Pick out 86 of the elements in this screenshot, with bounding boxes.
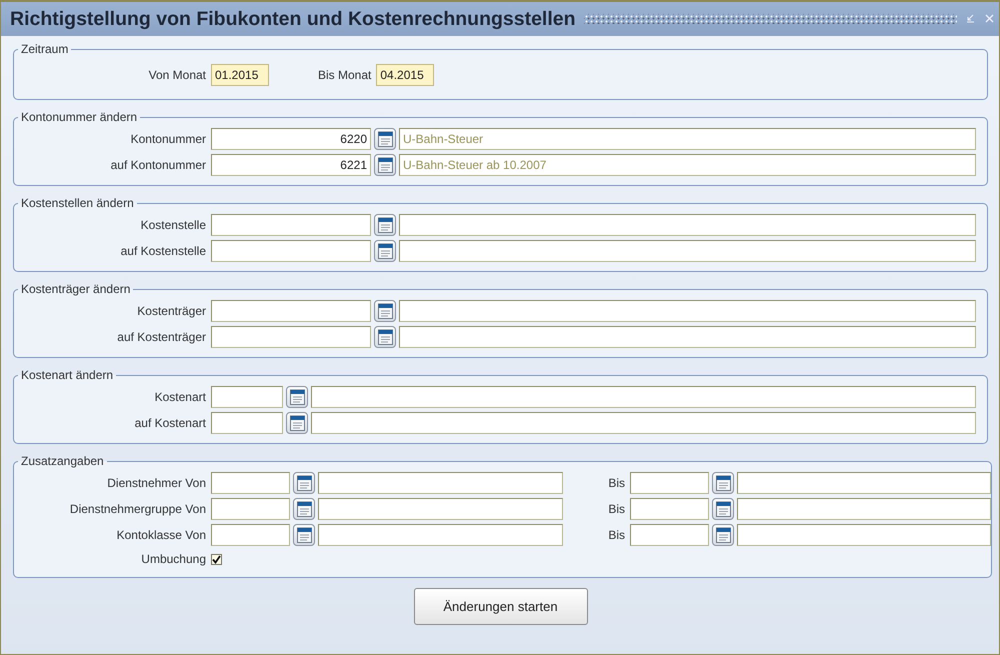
- calendar-icon: [378, 303, 392, 319]
- code-field[interactable]: [630, 524, 709, 546]
- code-field[interactable]: [211, 386, 283, 408]
- calendar-icon: [290, 389, 304, 405]
- calendar-icon: [716, 501, 730, 517]
- checkbox-label: Umbuchung: [140, 552, 206, 566]
- calendar-icon: [378, 131, 392, 147]
- field-label: Kostenträger: [136, 304, 206, 318]
- field-label: Dienstnehmer Von: [106, 476, 206, 490]
- group-legend: Kontonummer ändern: [18, 110, 140, 124]
- calendar-icon: [296, 527, 312, 543]
- group-legend: Zeitraum: [18, 42, 72, 56]
- field-label: auf Kontonummer: [110, 158, 206, 172]
- calendar-icon: [378, 243, 392, 259]
- calendar-icon: [290, 415, 304, 431]
- description-field[interactable]: [311, 412, 976, 434]
- description-field[interactable]: [318, 498, 563, 520]
- code-field[interactable]: 6220: [211, 128, 371, 150]
- code-field[interactable]: [211, 300, 371, 322]
- field-label: Kontoklasse Von: [116, 528, 206, 542]
- lookup-button[interactable]: [374, 154, 396, 176]
- calendar-icon: [378, 157, 392, 173]
- group-legend: Kostenträger ändern: [18, 282, 134, 296]
- lookup-button[interactable]: [374, 326, 396, 348]
- group-legend: Kostenstellen ändern: [18, 196, 137, 210]
- calendar-icon: [716, 527, 730, 543]
- code-field[interactable]: 6221: [211, 154, 371, 176]
- start-changes-button[interactable]: Änderungen starten: [414, 588, 588, 625]
- lookup-button[interactable]: [374, 214, 396, 236]
- field-label: Kontonummer: [130, 132, 206, 146]
- lookup-button[interactable]: [712, 524, 734, 546]
- field-label: Bis: [607, 528, 625, 542]
- calendar-icon: [378, 329, 392, 345]
- lookup-button[interactable]: [374, 300, 396, 322]
- lookup-button[interactable]: [286, 412, 308, 434]
- field-label: Von Monat: [148, 68, 206, 82]
- lookup-button[interactable]: [374, 240, 396, 262]
- calendar-icon: [716, 475, 730, 491]
- code-field[interactable]: [630, 472, 709, 494]
- calendar-icon: [378, 217, 392, 233]
- field-label: auf Kostenträger: [116, 330, 206, 344]
- description-field[interactable]: [318, 524, 563, 546]
- group-legend: Zusatzangaben: [18, 454, 107, 468]
- lookup-button[interactable]: [293, 472, 315, 494]
- close-icon: [985, 14, 994, 23]
- minimize-icon: [966, 14, 975, 23]
- lookup-button[interactable]: [712, 498, 734, 520]
- description-field[interactable]: [311, 386, 976, 408]
- field-label: Bis Monat: [318, 68, 372, 82]
- code-field[interactable]: [211, 240, 371, 262]
- description-field[interactable]: [399, 326, 976, 348]
- month-field[interactable]: 04.2015: [376, 64, 434, 86]
- window-title: Richtigstellung von Fibukonten und Kostenrechnungsstellen: [10, 8, 576, 30]
- description-field[interactable]: [318, 472, 563, 494]
- field-label: Dienstnehmergruppe Von: [68, 502, 206, 516]
- code-field[interactable]: [211, 472, 290, 494]
- code-field[interactable]: [211, 214, 371, 236]
- checkmark-icon: [212, 554, 221, 564]
- code-field[interactable]: [211, 326, 371, 348]
- code-field[interactable]: [630, 498, 709, 520]
- description-field[interactable]: [399, 214, 976, 236]
- field-label: Bis: [607, 476, 625, 490]
- field-label: Bis: [607, 502, 625, 516]
- description-field[interactable]: [737, 498, 991, 520]
- month-field[interactable]: 01.2015: [211, 64, 269, 86]
- calendar-icon: [296, 475, 312, 491]
- code-field[interactable]: [211, 498, 290, 520]
- description-field[interactable]: [737, 524, 991, 546]
- group-legend: Kostenart ändern: [18, 368, 116, 382]
- description-field[interactable]: [737, 472, 991, 494]
- description-field[interactable]: [399, 300, 976, 322]
- field-label: auf Kostenstelle: [120, 244, 206, 258]
- lookup-button[interactable]: [374, 128, 396, 150]
- checkbox[interactable]: [211, 554, 222, 564]
- lookup-button[interactable]: [293, 524, 315, 546]
- grip-pattern-icon: [584, 14, 957, 24]
- lookup-button[interactable]: [712, 472, 734, 494]
- code-field[interactable]: [211, 412, 283, 434]
- field-label: Kostenstelle: [140, 218, 206, 232]
- description-field[interactable]: [399, 240, 976, 262]
- code-field[interactable]: [211, 524, 290, 546]
- calendar-icon: [296, 501, 312, 517]
- lookup-button[interactable]: [286, 386, 308, 408]
- field-label: Kostenart: [154, 390, 206, 404]
- lookup-button[interactable]: [293, 498, 315, 520]
- field-label: auf Kostenart: [134, 416, 206, 430]
